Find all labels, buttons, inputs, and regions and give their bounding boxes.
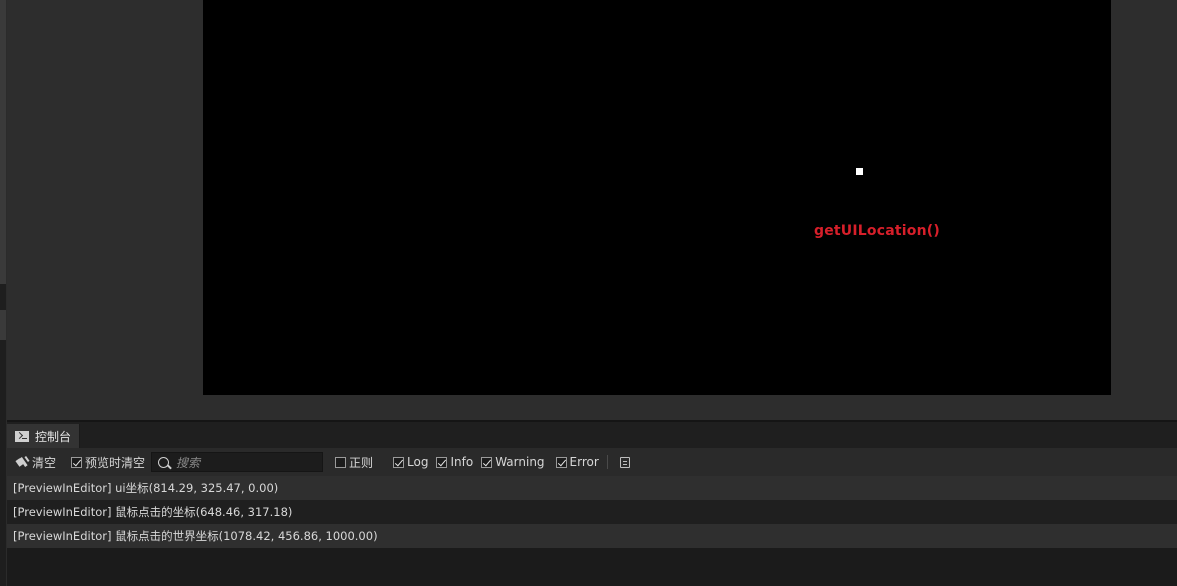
open-log-file-button[interactable] [619, 456, 630, 468]
search-input[interactable]: 搜索 [151, 452, 324, 472]
tab-console[interactable]: 控制台 [7, 424, 80, 448]
preview-viewport: getUILocation() [7, 0, 1177, 420]
filter-info-toggle[interactable]: Info [436, 455, 473, 469]
game-canvas[interactable]: getUILocation() [203, 0, 1111, 395]
filter-error-label: Error [569, 455, 599, 469]
clear-button-label: 清空 [32, 455, 57, 470]
search-icon [158, 456, 170, 468]
clear-on-preview-checkbox[interactable] [71, 456, 83, 468]
log-entry[interactable]: [PreviewInEditor] ui坐标(814.29, 325.47, 0… [7, 476, 1177, 500]
filter-warning-toggle[interactable]: Warning [481, 455, 545, 469]
filter-log-toggle[interactable]: Log [393, 455, 428, 469]
regex-label: 正则 [349, 455, 374, 470]
left-panel-segment [0, 310, 6, 340]
filter-error-checkbox[interactable] [555, 456, 567, 468]
regex-checkbox[interactable] [335, 456, 347, 468]
console-log-list[interactable]: [PreviewInEditor] ui坐标(814.29, 325.47, 0… [7, 476, 1177, 586]
clear-on-preview-label: 预览时清空 [85, 455, 146, 470]
click-marker [856, 168, 863, 175]
clear-on-preview-toggle[interactable]: 预览时清空 [71, 454, 145, 471]
left-panel-segment [0, 0, 6, 284]
toolbar-separator [606, 455, 608, 469]
log-entry[interactable]: [PreviewInEditor] 鼠标点击的坐标(648.46, 317.18… [7, 500, 1177, 524]
filter-log-checkbox[interactable] [393, 456, 405, 468]
console-tab-strip: 控制台 [7, 422, 1177, 448]
terminal-icon [15, 430, 29, 442]
console-toolbar: 清空 预览时清空 搜索 正则 Log Info Warning Error [7, 448, 1177, 476]
document-icon [619, 456, 630, 468]
left-panel-edge [0, 0, 6, 586]
game-text-label: getUILocation() [814, 223, 940, 239]
tab-console-label: 控制台 [35, 429, 72, 444]
clear-button[interactable]: 清空 [15, 454, 57, 471]
broom-icon [15, 455, 30, 468]
search-placeholder: 搜索 [176, 455, 201, 470]
filter-warning-label: Warning [495, 455, 545, 469]
filter-info-label: Info [450, 455, 474, 469]
filter-warning-checkbox[interactable] [481, 456, 493, 468]
filter-info-checkbox[interactable] [436, 456, 448, 468]
log-entry[interactable]: [PreviewInEditor] 鼠标点击的世界坐标(1078.42, 456… [7, 524, 1177, 548]
filter-log-label: Log [407, 455, 429, 469]
regex-toggle[interactable]: 正则 [335, 454, 373, 471]
filter-error-toggle[interactable]: Error [555, 455, 599, 469]
